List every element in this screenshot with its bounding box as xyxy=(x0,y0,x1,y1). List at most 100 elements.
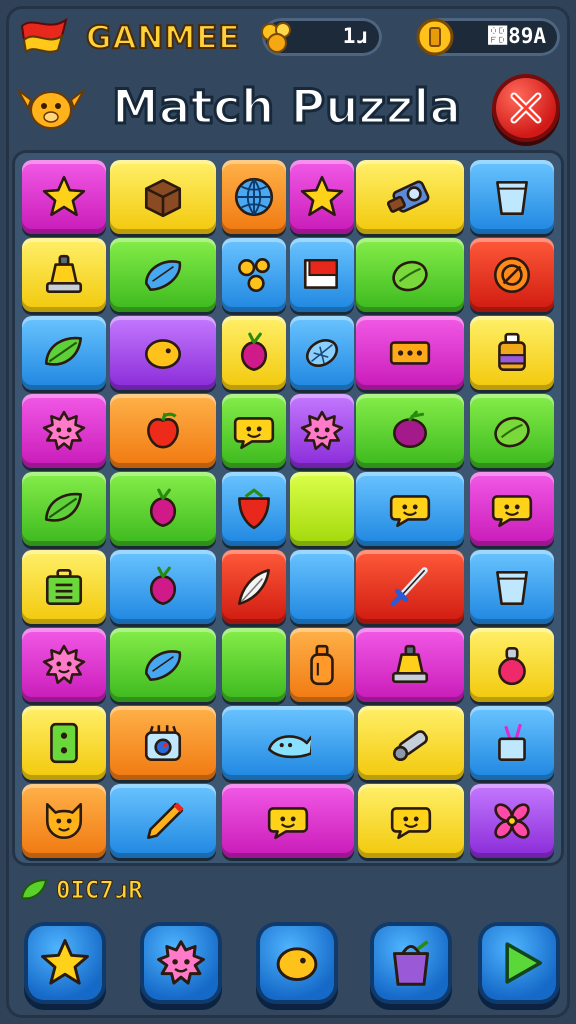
plum-icon xyxy=(393,410,427,448)
puzzle-tile[interactable] xyxy=(290,160,354,234)
score-value: 0IC7ɹR xyxy=(56,876,144,905)
star-button[interactable] xyxy=(28,926,102,1000)
brand-name: GANMEE xyxy=(85,19,241,57)
empty-slot xyxy=(299,486,345,532)
flag-icon xyxy=(303,259,338,289)
puzzle-tile[interactable] xyxy=(22,784,106,858)
robot-icon xyxy=(144,725,182,762)
puzzle-tile[interactable] xyxy=(470,784,554,858)
beet-icon xyxy=(240,332,268,372)
puzzle-tile[interactable] xyxy=(22,394,106,468)
puzzle-tile[interactable] xyxy=(110,550,216,624)
puzzle-tile[interactable] xyxy=(356,394,464,468)
puzzle-tile[interactable] xyxy=(110,316,216,390)
bell-icon xyxy=(391,644,429,684)
puzzle-tile[interactable] xyxy=(110,784,216,858)
puzzle-tile[interactable] xyxy=(222,706,354,780)
puzzle-tile[interactable] xyxy=(358,706,464,780)
close-button[interactable] xyxy=(496,78,556,138)
puzzle-tile[interactable] xyxy=(222,316,286,390)
spiky-face-icon xyxy=(157,940,205,985)
puzzle-tile[interactable] xyxy=(356,472,464,546)
gold-cluster-icon xyxy=(261,22,291,53)
puzzle-tile[interactable] xyxy=(290,472,354,546)
beet-icon xyxy=(149,566,177,606)
puzzle-tile[interactable] xyxy=(356,160,464,234)
panel-icon xyxy=(389,341,431,365)
bag-button[interactable] xyxy=(374,926,448,1000)
puzzle-tile[interactable] xyxy=(22,550,106,624)
puzzle-tile[interactable] xyxy=(358,784,464,858)
gems-value: 1ɹ xyxy=(342,24,368,48)
puzzle-tile[interactable] xyxy=(470,550,554,624)
chat-face-icon xyxy=(267,807,309,840)
puzzle-tile[interactable] xyxy=(222,784,354,858)
puzzle-tile[interactable] xyxy=(222,160,286,234)
puzzle-tile[interactable] xyxy=(356,550,464,624)
puzzle-tile[interactable] xyxy=(110,706,216,780)
puzzle-tile[interactable] xyxy=(110,472,216,546)
lime-icon xyxy=(494,416,530,448)
puzzle-tile[interactable] xyxy=(22,628,106,702)
spiky-face-icon xyxy=(42,410,86,451)
puzzle-tile[interactable] xyxy=(110,394,216,468)
puzzle-tile[interactable] xyxy=(356,316,464,390)
puzzle-tile[interactable] xyxy=(22,160,106,234)
puzzle-tile[interactable] xyxy=(22,238,106,312)
lemon-button[interactable] xyxy=(260,926,334,1000)
puzzle-tile[interactable] xyxy=(22,706,106,780)
leaf-icon xyxy=(44,492,83,522)
puzzle-tile[interactable] xyxy=(470,394,554,468)
puzzle-tile[interactable] xyxy=(470,472,554,546)
chat-face-icon xyxy=(389,495,431,528)
coins-icon xyxy=(238,258,270,292)
puzzle-tile[interactable] xyxy=(290,238,354,312)
box-icon xyxy=(144,178,182,218)
puzzle-tile[interactable] xyxy=(470,316,554,390)
puzzle-tile[interactable] xyxy=(290,628,354,702)
fish-icon xyxy=(144,650,182,681)
puzzle-tile[interactable] xyxy=(356,628,464,702)
lime-icon xyxy=(392,260,428,292)
puzzle-tile[interactable] xyxy=(222,238,286,312)
puzzle-tile[interactable] xyxy=(110,160,216,234)
puzzle-tile[interactable] xyxy=(470,628,554,702)
propeller-icon xyxy=(494,803,530,839)
puzzle-tile[interactable] xyxy=(110,238,216,312)
puzzle-tile[interactable] xyxy=(470,160,554,234)
puzzle-tile[interactable] xyxy=(22,316,106,390)
spiky-face-icon xyxy=(42,644,86,685)
face-button[interactable] xyxy=(144,926,218,1000)
puzzle-tile[interactable] xyxy=(356,238,464,312)
puzzle-tile[interactable] xyxy=(22,472,106,546)
puzzle-tile[interactable] xyxy=(222,394,286,468)
pencil-icon xyxy=(147,802,184,840)
play-button[interactable] xyxy=(482,926,556,1000)
coin-icon xyxy=(416,18,454,56)
puzzle-tile[interactable] xyxy=(470,706,554,780)
puzzle-tile[interactable] xyxy=(290,394,354,468)
camera-icon xyxy=(387,180,430,213)
puzzle-tile[interactable] xyxy=(290,550,354,624)
coins-counter: ෽89A xyxy=(416,18,560,56)
shell-icon xyxy=(305,339,339,367)
coins-value: ෽89A xyxy=(487,24,546,48)
puzzle-tile[interactable] xyxy=(470,238,554,312)
suitcase-icon xyxy=(45,568,83,606)
puzzle-tile[interactable] xyxy=(110,628,216,702)
cat-face-icon xyxy=(45,802,83,840)
leaf-icon xyxy=(44,336,83,366)
puzzle-tile[interactable] xyxy=(222,550,286,624)
mascot-icon xyxy=(17,89,85,129)
whale-icon xyxy=(267,735,311,759)
globe-icon xyxy=(234,177,274,217)
cup-icon xyxy=(496,181,528,216)
gems-counter: 1ɹ xyxy=(261,18,382,56)
puzzle-tile[interactable] xyxy=(222,472,286,546)
bottle-icon xyxy=(310,644,334,686)
lemon-icon xyxy=(144,339,182,369)
puzzle-tile[interactable] xyxy=(222,628,286,702)
flashlight-icon xyxy=(392,730,428,762)
puzzle-tile[interactable] xyxy=(290,316,354,390)
beet-icon xyxy=(149,488,177,528)
